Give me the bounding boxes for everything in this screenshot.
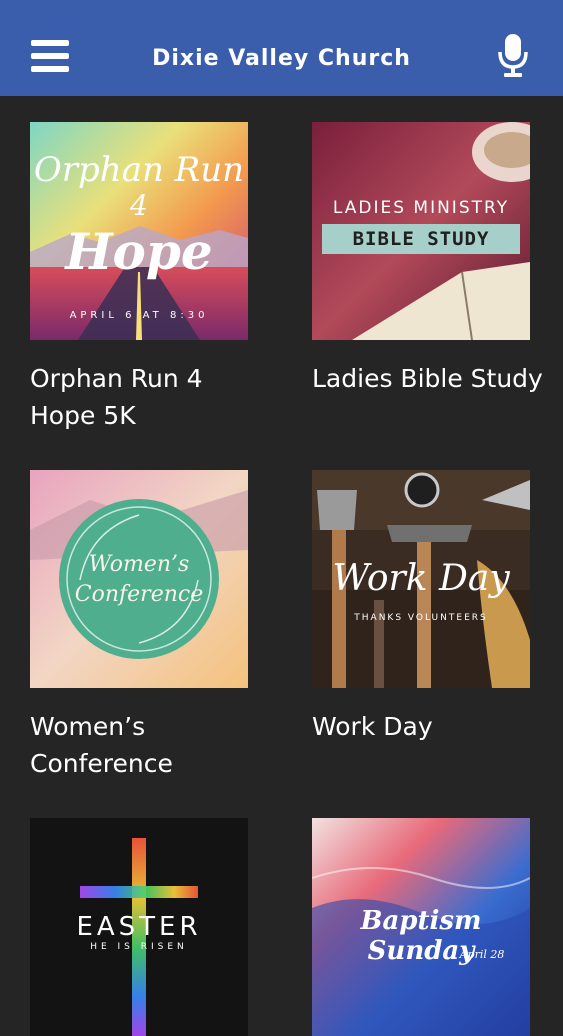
event-thumbnail[interactable]: Women’s Conference xyxy=(30,470,248,688)
thumbnail-date: APRIL 6 AT 8:30 xyxy=(69,310,209,321)
event-thumbnail[interactable]: Work Day THANKS VOLUNTEERS xyxy=(312,470,530,688)
event-title[interactable]: Orphan Run 4 Hope 5K xyxy=(30,360,270,434)
thumbnail-subtitle: THANKS VOLUNTEERS xyxy=(354,613,488,623)
thumbnail-title: Work Day xyxy=(332,558,510,599)
thumbnail-title-line: Orphan Run xyxy=(33,150,245,190)
thumbnail-subtitle: April 28 xyxy=(459,948,505,961)
event-thumbnail[interactable]: Orphan Run 4 Hope APRIL 6 AT 8:30 xyxy=(30,122,248,340)
thumbnail-title: BIBLE STUDY xyxy=(322,224,520,254)
app-title: Dixie Valley Church xyxy=(152,46,411,71)
thumbnail-title: EASTER xyxy=(76,912,202,942)
thumbnail-subtitle: LADIES MINISTRY xyxy=(332,198,510,218)
event-title[interactable]: Ladies Bible Study xyxy=(312,360,552,397)
event-title[interactable]: Women’s Conference xyxy=(30,708,270,782)
event-thumbnail[interactable]: LADIES MINISTRY BIBLE STUDY xyxy=(312,122,530,340)
event-title[interactable]: Work Day xyxy=(312,708,552,745)
event-thumbnail[interactable]: Baptism Sunday April 28 xyxy=(312,818,530,1036)
thumbnail-title-line: Women’s xyxy=(88,552,190,577)
thumbnail-title-line: Hope xyxy=(65,222,213,281)
microphone-icon[interactable] xyxy=(495,32,531,78)
top-app-bar: Dixie Valley Church xyxy=(0,0,563,96)
event-thumbnail[interactable]: EASTER HE IS RISEN xyxy=(30,818,248,1036)
thumbnail-title-line: Conference xyxy=(74,582,204,607)
thumbnail-subtitle: HE IS RISEN xyxy=(90,942,188,952)
thumbnail-title-line: 4 xyxy=(130,189,148,222)
